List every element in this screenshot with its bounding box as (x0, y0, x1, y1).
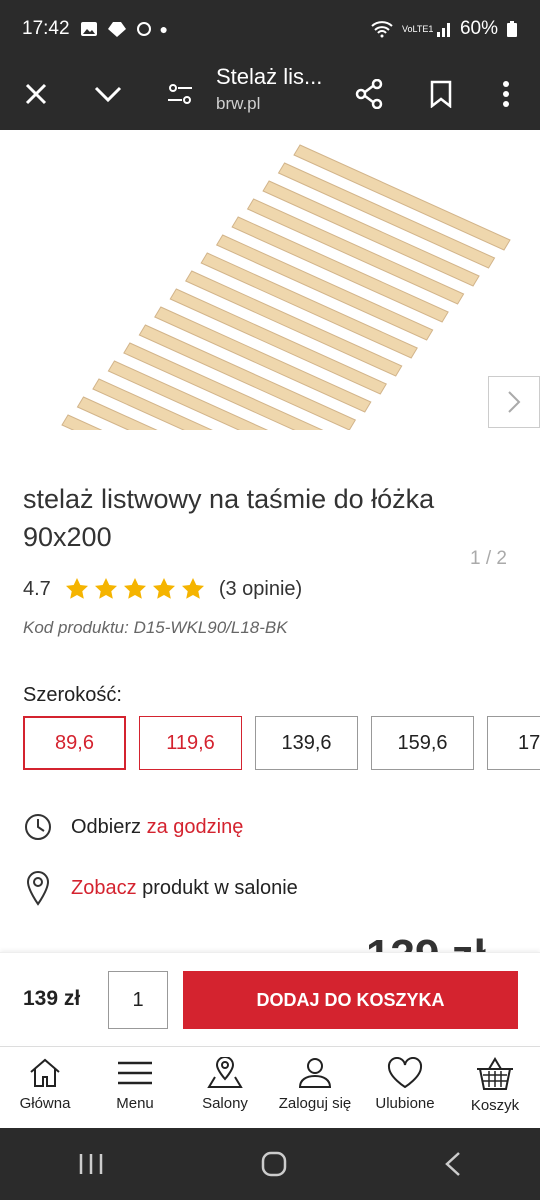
reviews-count[interactable]: (3 opinie) (219, 578, 302, 601)
width-option[interactable]: 119,6 (139, 716, 242, 770)
system-nav-bar (0, 1128, 540, 1200)
star-icon (94, 578, 117, 599)
nav-menu[interactable]: Menu (90, 1047, 180, 1128)
status-time: 17:42 (22, 18, 70, 39)
battery-label: 60% (459, 18, 498, 39)
clock-icon (25, 814, 51, 840)
pickup-row: Odbierz za godzinę (23, 813, 243, 841)
map-pin-icon (207, 1057, 243, 1088)
page-domain: brw.pl (216, 94, 261, 113)
bottom-nav: Główna Menu Salony Zaloguj się Ulubione … (0, 1046, 540, 1128)
nav-cart[interactable]: Koszyk (450, 1047, 540, 1128)
wifi-icon (371, 21, 393, 38)
share-button[interactable] (346, 58, 392, 130)
nav-stores[interactable]: Salony (180, 1047, 270, 1128)
star-icon (152, 578, 175, 599)
battery-icon (507, 21, 517, 37)
dot-icon: ● (159, 21, 169, 37)
bookmark-button[interactable] (418, 58, 464, 130)
signal-icon (436, 23, 450, 37)
chevron-right-icon (508, 391, 521, 413)
star-icon (181, 578, 204, 599)
minimize-button[interactable] (82, 58, 134, 130)
bookmark-icon (430, 80, 452, 108)
pickup-text: Odbierz (71, 815, 147, 838)
location-pin-icon (26, 871, 50, 906)
more-vert-icon (503, 81, 509, 107)
chevron-down-icon (94, 86, 122, 103)
recent-apps-icon[interactable] (77, 1152, 105, 1176)
pickup-link[interactable]: za godzinę (147, 816, 244, 839)
heart-icon (387, 1057, 423, 1089)
buy-bar: 139 zł 1 DODAJ DO KOSZYKA (0, 952, 540, 1044)
star-icon (123, 578, 146, 599)
showroom-link[interactable]: Zobacz (71, 877, 137, 900)
gallery-icon (80, 22, 97, 36)
tune-icon (168, 84, 192, 104)
product-title: stelaż listwowy na taśmie do łóżka 90x20… (23, 484, 435, 552)
network-label: VoLTE1 (401, 23, 434, 34)
menu-icon (118, 1061, 152, 1085)
home-button-icon[interactable] (260, 1150, 288, 1178)
width-option[interactable]: 159,6 (371, 716, 474, 770)
close-icon (25, 83, 47, 105)
back-icon[interactable] (443, 1150, 463, 1178)
product-gallery[interactable]: 1 / 2 (0, 130, 540, 569)
nav-label: Koszyk (470, 1097, 520, 1114)
product-rating[interactable]: 4.7 (3 opinie) (23, 574, 302, 604)
home-icon (30, 1058, 60, 1087)
product-image (61, 144, 511, 430)
product-code: Kod produktu: D15-WKL90/L18-BK (23, 618, 288, 637)
app-icon (107, 22, 126, 37)
nav-label: Menu (116, 1095, 154, 1112)
nav-label: Salony (202, 1095, 248, 1112)
width-option[interactable]: 89,6 (23, 716, 126, 770)
add-to-cart-button[interactable]: DODAJ DO KOSZYKA (183, 971, 518, 1029)
rating-stars (65, 577, 205, 601)
rating-value: 4.7 (23, 577, 51, 600)
user-icon (298, 1058, 332, 1088)
width-option[interactable]: 139,6 (255, 716, 358, 770)
quantity-input[interactable]: 1 (108, 971, 168, 1029)
more-button[interactable] (488, 58, 524, 130)
notification-icon (136, 22, 151, 36)
nav-label: Główna (19, 1095, 71, 1112)
status-bar: 17:42 ● VoLTE1 60% (0, 0, 540, 58)
nav-home[interactable]: Główna (0, 1047, 90, 1128)
page-title: Stelaż lis... (216, 64, 323, 89)
showroom-row: Zobacz produkt w salonie (23, 870, 298, 906)
nav-login[interactable]: Zaloguj się (270, 1047, 360, 1128)
share-icon (355, 79, 383, 109)
star-icon (65, 578, 88, 599)
nav-label: Ulubione (375, 1095, 435, 1112)
close-button[interactable] (12, 58, 60, 130)
nav-favorites[interactable]: Ulubione (360, 1047, 450, 1128)
gallery-next-button[interactable] (488, 376, 540, 428)
price-behind-bar: 139 zł (366, 930, 486, 954)
site-settings-button[interactable] (158, 58, 202, 130)
width-options: 89,6 119,6 139,6 159,6 179 (23, 716, 540, 770)
basket-icon (477, 1057, 513, 1090)
nav-label: Zaloguj się (278, 1095, 352, 1112)
showroom-text: produkt w salonie (136, 876, 298, 899)
browser-toolbar: Stelaż lis... brw.pl (0, 58, 540, 130)
sticky-price: 139 zł (23, 987, 81, 1010)
width-option[interactable]: 179 (487, 716, 540, 770)
width-label: Szerokość: (23, 684, 122, 706)
